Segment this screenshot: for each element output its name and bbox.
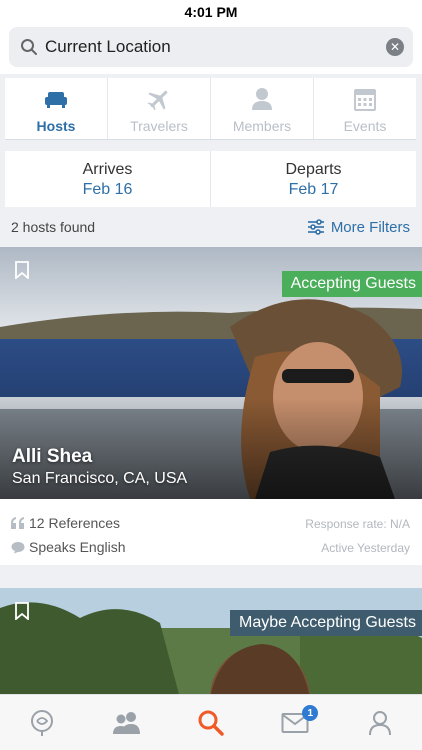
references-row: 12 References [11,515,120,531]
more-filters-label: More Filters [330,218,410,236]
couch-icon [43,86,69,112]
couchsurfing-logo-icon [31,709,54,736]
bottom-nav: 1 [0,694,422,750]
departs-value: Feb 17 [288,181,339,198]
status-badge: Accepting Guests [281,271,422,297]
host-photo[interactable]: Accepting Guests Alli Shea San Francisco… [0,247,422,499]
tab-events-label: Events [343,118,387,134]
search-value: Current Location [45,37,171,56]
nav-home[interactable] [0,695,84,750]
references-count: 12 References [29,515,121,531]
search-input[interactable]: Current Location ✕ [9,27,413,67]
status-bar: 4:01 PM [0,0,422,24]
bookmark-icon[interactable] [14,602,30,625]
nav-search[interactable] [169,695,253,750]
response-rate: Response rate: N/A [305,517,410,531]
arrives-date-button[interactable]: Arrives Feb 16 [5,151,210,207]
date-range: Arrives Feb 16 Departs Feb 17 [5,151,416,207]
quote-icon [11,517,24,529]
search-icon [198,710,224,736]
tab-members[interactable]: Members [211,78,314,139]
profile-icon [368,710,391,735]
person-icon [251,86,273,112]
host-card[interactable]: Maybe Accepting Guests [0,588,422,698]
messages-badge: 1 [302,705,319,721]
clear-search-icon[interactable]: ✕ [386,38,404,56]
bookmark-icon[interactable] [14,261,30,284]
host-card[interactable]: Accepting Guests Alli Shea San Francisco… [0,247,422,565]
tab-travelers[interactable]: Travelers [108,78,211,139]
host-meta: 12 References Speaks English Response ra… [0,499,422,565]
nav-profile[interactable] [338,695,422,750]
tab-travelers-label: Travelers [130,118,188,134]
search-icon [19,37,39,57]
status-time: 4:01 PM [184,4,238,20]
tab-hosts-label: Hosts [36,118,76,134]
search-type-tabs: Hosts Travelers Members Events [5,78,416,140]
speech-bubble-icon [11,541,25,553]
nav-messages[interactable]: 1 [253,695,337,750]
tab-events[interactable]: Events [314,78,416,139]
calendar-icon [354,86,376,112]
last-active: Active Yesterday [321,541,410,555]
people-icon [112,711,140,734]
filter-sliders-icon [307,219,324,235]
languages-text: Speaks English [29,539,126,555]
arrives-label: Arrives [82,161,133,178]
tab-hosts[interactable]: Hosts [5,78,108,139]
host-photo-image [0,588,422,698]
host-name[interactable]: Alli Shea [12,446,92,468]
results-bar: 2 hosts found More Filters [11,213,410,241]
more-filters-button[interactable]: More Filters [307,219,410,236]
arrives-value: Feb 16 [82,181,133,198]
host-location: San Francisco, CA, USA [12,470,188,487]
airplane-icon [146,86,172,112]
departs-date-button[interactable]: Departs Feb 17 [210,151,416,207]
languages-row: Speaks English [11,539,126,555]
status-badge: Maybe Accepting Guests [230,610,422,636]
search-header: Current Location ✕ [0,24,422,74]
host-photo[interactable]: Maybe Accepting Guests [0,588,422,698]
results-count: 2 hosts found [11,219,96,235]
nav-people[interactable] [84,695,168,750]
tab-members-label: Members [232,118,292,134]
departs-label: Departs [285,161,342,178]
